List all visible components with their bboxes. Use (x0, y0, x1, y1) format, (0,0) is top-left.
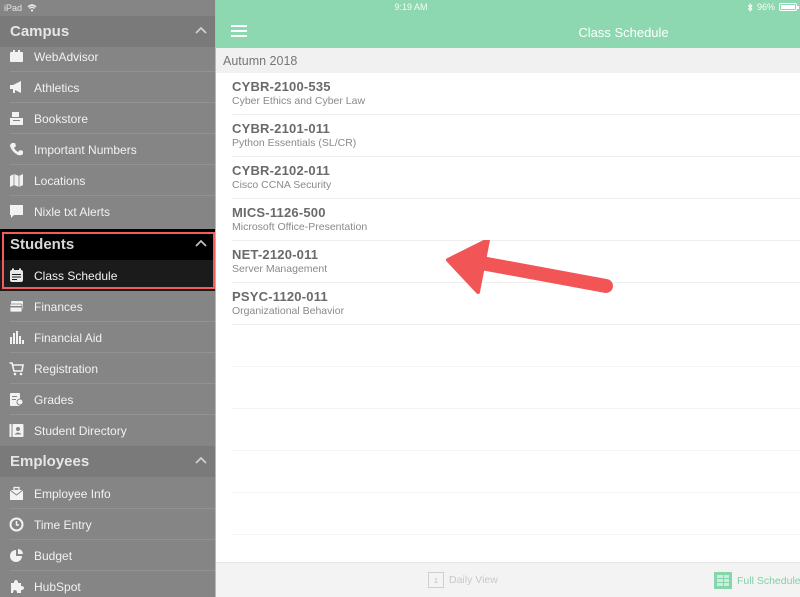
course-code: CYBR-2100-535 (232, 79, 331, 94)
puzzle-icon (11, 580, 24, 593)
sidebar-item-class-schedule[interactable]: Class Schedule (0, 260, 215, 291)
sidebar-item-label: Important Numbers (34, 142, 137, 157)
grid-schedule-icon (714, 572, 732, 589)
course-name: Cyber Ethics and Cyber Law (232, 95, 366, 107)
sidebar-item-label: Finances (34, 299, 83, 314)
sidebar-item-label: Time Entry (34, 517, 92, 532)
sidebar-item-locations[interactable]: Locations (0, 165, 215, 196)
sidebar-item-label: Employee Info (34, 486, 111, 501)
device-label: iPad (4, 3, 23, 13)
course-code: MICS-1126-500 (232, 205, 326, 220)
cart-icon (9, 362, 24, 376)
section-title: Campus (10, 23, 70, 40)
battery-percent: 96% (756, 2, 775, 12)
course-code: CYBR-2102-011 (232, 163, 330, 178)
sidebar-item-bookstore[interactable]: Bookstore (0, 103, 215, 134)
briefcase-icon (9, 486, 24, 500)
status-bar-left: iPad (4, 2, 37, 14)
course-row[interactable]: NET-2120-011 Server Management (232, 241, 800, 283)
sidebar-item-label: Athletics (34, 80, 80, 95)
sidebar-item-label: WebAdvisor (34, 49, 99, 64)
sidebar-item-nixle-txt-alerts[interactable]: Nixle txt Alerts (0, 196, 215, 227)
sidebar-item-budget[interactable]: Budget (0, 540, 215, 571)
tab-label: Daily View (449, 574, 498, 586)
map-icon (10, 174, 23, 187)
battery-icon (779, 3, 799, 11)
sidebar-item-label: Nixle txt Alerts (34, 204, 111, 219)
bluetooth-icon (747, 2, 753, 12)
term-header: Autumn 2018 (216, 48, 800, 73)
chat-bubble-icon (10, 205, 23, 218)
course-row[interactable]: MICS-1126-500 Microsoft Office-Presentat… (232, 199, 800, 241)
address-book-icon (9, 424, 24, 437)
chevron-up-icon[interactable] (193, 453, 209, 469)
sidebar-item-important-numbers[interactable]: Important Numbers (0, 134, 215, 165)
empty-row (232, 451, 800, 493)
sidebar-item-finances[interactable]: Finances (0, 291, 215, 322)
course-row[interactable]: PSYC-1120-011 Organizational Behavior (232, 283, 800, 325)
empty-row (232, 493, 800, 535)
calendar-icon (10, 50, 23, 62)
sidebar-item-grades[interactable]: Grades (0, 384, 215, 415)
course-row[interactable]: CYBR-2101-011 Python Essentials (SL/CR) (232, 115, 800, 157)
section-title: Students (10, 236, 75, 253)
pie-chart-icon (10, 549, 23, 562)
wifi-icon (27, 4, 37, 12)
nav-bar: 9:19 AM 96% Class Schedule (216, 0, 800, 48)
empty-row (232, 367, 800, 409)
status-time: 9:19 AM (394, 2, 428, 12)
sidebar-item-label: HubSpot (34, 579, 81, 594)
main-panel: 9:19 AM 96% Class Schedule Autumn 2018 C… (215, 0, 800, 597)
course-code: PSYC-1120-011 (232, 289, 328, 304)
sidebar-item-athletics[interactable]: Athletics (0, 72, 215, 103)
page-title: Class Schedule (578, 25, 669, 40)
course-name: Python Essentials (SL/CR) (232, 137, 357, 149)
bar-chart-icon (10, 331, 24, 344)
credit-card-icon (9, 301, 23, 313)
sidebar-item-employee-info[interactable]: Employee Info (0, 478, 215, 509)
course-name: Microsoft Office-Presentation (232, 221, 368, 233)
empty-row (232, 409, 800, 451)
phone-icon (10, 143, 23, 156)
section-header-students[interactable]: Students (0, 229, 215, 260)
sidebar-item-label: Budget (34, 548, 73, 563)
chevron-up-icon[interactable] (193, 23, 209, 39)
course-row[interactable]: CYBR-2100-535 Cyber Ethics and Cyber Law (232, 73, 800, 115)
sidebar: iPad Campus WebAdvisor Athletics Booksto… (0, 0, 215, 597)
bottom-tab-bar: 1 Daily View Full Schedule (216, 562, 800, 597)
cash-register-icon (10, 112, 23, 125)
sidebar-item-label: Grades (34, 392, 74, 407)
course-row[interactable]: CYBR-2102-011 Cisco CCNA Security (232, 157, 800, 199)
schedule-icon (10, 268, 23, 282)
sidebar-item-student-directory[interactable]: Student Directory (0, 415, 215, 446)
empty-row (232, 325, 800, 367)
calendar-day-icon: 1 (428, 572, 444, 588)
course-code: NET-2120-011 (232, 247, 319, 262)
sidebar-item-label: Registration (34, 361, 99, 376)
sidebar-item-label: Bookstore (34, 111, 89, 126)
chevron-up-icon[interactable] (193, 236, 209, 252)
course-name: Server Management (232, 263, 328, 275)
certificate-icon (10, 393, 24, 406)
course-code: CYBR-2101-011 (232, 121, 330, 136)
status-bar-right: 96% (747, 2, 799, 12)
course-name: Organizational Behavior (232, 305, 345, 317)
sidebar-item-hubspot[interactable]: HubSpot (0, 571, 215, 597)
tab-full-schedule[interactable]: Full Schedule (714, 572, 800, 589)
section-title: Employees (10, 453, 90, 470)
section-header-employees[interactable]: Employees (0, 446, 215, 477)
sidebar-item-label: Financial Aid (34, 330, 103, 345)
clock-icon (9, 517, 24, 532)
megaphone-icon (10, 81, 21, 93)
sidebar-item-label: Class Schedule (34, 268, 118, 283)
sidebar-item-label: Locations (34, 173, 86, 188)
sidebar-item-webadvisor[interactable]: WebAdvisor (0, 41, 215, 72)
sidebar-item-registration[interactable]: Registration (0, 353, 215, 384)
sidebar-item-label: Student Directory (34, 423, 127, 438)
sidebar-item-financial-aid[interactable]: Financial Aid (0, 322, 215, 353)
tab-label: Full Schedule (737, 574, 800, 587)
tab-daily-view[interactable]: 1 Daily View (428, 572, 498, 588)
course-name: Cisco CCNA Security (232, 179, 332, 191)
sidebar-item-time-entry[interactable]: Time Entry (0, 509, 215, 540)
